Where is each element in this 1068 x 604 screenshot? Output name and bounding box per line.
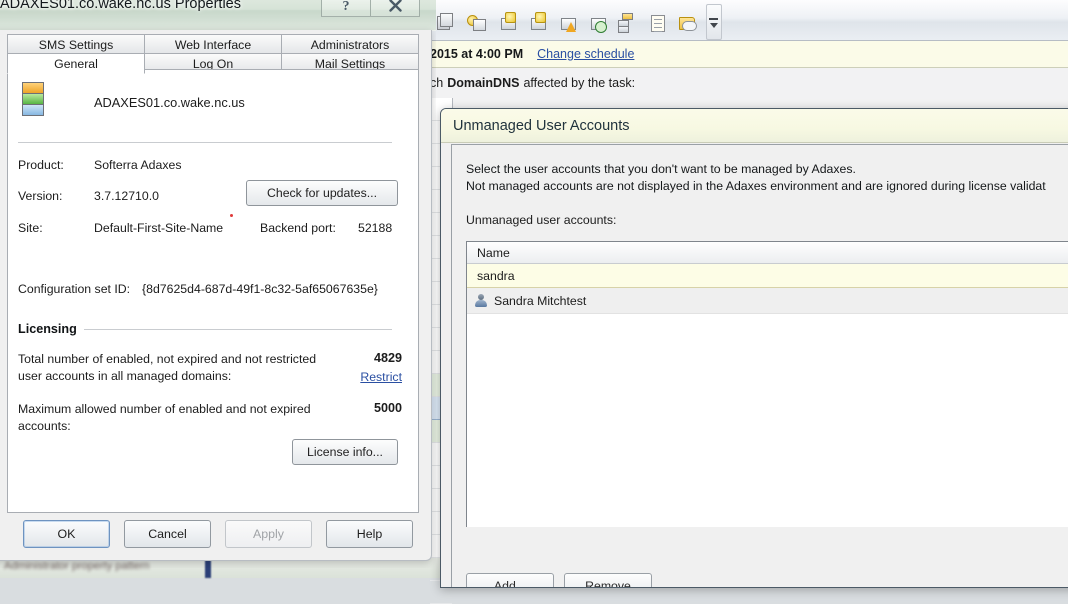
properties-tabs: SMS Settings Web Interface Administrator…	[7, 34, 419, 74]
help-button[interactable]: ?	[321, 0, 371, 17]
cloud-icon	[677, 13, 697, 31]
toolbar-button-report[interactable]	[642, 8, 670, 36]
account-name-input[interactable]: sandra	[467, 264, 1068, 288]
unmanaged-description-line2: Not managed accounts are not displayed i…	[466, 179, 1046, 193]
tab-web-interface[interactable]: Web Interface	[145, 34, 282, 55]
toolbar-button-approval-request[interactable]	[612, 8, 640, 36]
properties-dialog-frame: SMS Settings Web Interface Administrator…	[0, 30, 432, 561]
apply-button: Apply	[225, 520, 312, 548]
unmanaged-list-body: Sandra Mitchtest	[467, 288, 1068, 527]
schedule-text: 2015 at 4:00 PM	[430, 47, 524, 61]
site-label: Site:	[18, 221, 43, 235]
list-item[interactable]: Sandra Mitchtest	[467, 288, 1068, 314]
card-clock-icon	[587, 13, 607, 33]
unmanaged-description: Select the user accounts that you don't …	[452, 145, 1068, 195]
tab-general[interactable]: General	[7, 53, 145, 74]
total-accounts-value: 4829	[373, 351, 402, 365]
licensing-section-rule	[84, 329, 392, 330]
background-schedule-bar: 2015 at 4:00 PM Change schedule	[430, 41, 1068, 68]
licensing-section-title: Licensing	[18, 322, 77, 336]
affected-suffix: affected by the task:	[523, 76, 636, 90]
list-item-label: Sandra Mitchtest	[494, 293, 587, 308]
backend-port-label: Backend port:	[260, 221, 336, 235]
ok-button[interactable]: OK	[23, 520, 110, 548]
question-mark-icon: ?	[343, 0, 350, 13]
unmanaged-description-line1: Select the user accounts that you don't …	[466, 162, 856, 176]
toolbar-button-password-policy[interactable]	[462, 8, 490, 36]
version-label: Version:	[18, 189, 63, 203]
toolbar-overflow-button[interactable]	[706, 4, 722, 40]
user-icon	[474, 293, 488, 308]
total-accounts-label: Total number of enabled, not expired and…	[18, 352, 317, 383]
server-name: ADAXES01.co.wake.nc.us	[94, 95, 245, 110]
unmanaged-dialog-title: Unmanaged User Accounts	[441, 109, 1068, 143]
backend-port-value: 52188	[358, 221, 393, 235]
properties-footer-buttons: OK Cancel Apply Help	[23, 520, 413, 548]
close-button[interactable]	[371, 0, 420, 17]
check-for-updates-button[interactable]: Check for updates...	[246, 180, 398, 206]
toolbar-button-scheduled-task[interactable]	[582, 8, 610, 36]
document-icon	[647, 13, 665, 32]
cubes-icon	[437, 13, 455, 31]
add-button[interactable]: Add...	[466, 573, 554, 587]
config-set-id-label: Configuration set ID:	[18, 282, 131, 296]
svg-text:?: ?	[343, 0, 350, 13]
tab-administrators[interactable]: Administrators	[282, 34, 419, 55]
max-accounts-label: Maximum allowed number of enabled and no…	[18, 402, 311, 433]
unmanaged-user-accounts-dialog: Unmanaged User Accounts Select the user …	[440, 108, 1068, 588]
card-wand-icon	[527, 12, 546, 31]
product-label: Product:	[18, 158, 64, 172]
unmanaged-list-label: Unmanaged user accounts:	[466, 213, 617, 227]
remove-button[interactable]: Remove	[564, 573, 652, 587]
tab-row-upper: SMS Settings Web Interface Administrator…	[7, 34, 419, 55]
toolbar-button-cloud-service[interactable]	[672, 8, 700, 36]
cancel-button[interactable]: Cancel	[124, 520, 211, 548]
unmanaged-dialog-buttons: Add... Remove	[466, 573, 652, 587]
config-set-id-value: {8d7625d4-687d-49f1-8c32-5af65067635e}	[142, 282, 378, 296]
divider	[18, 142, 392, 143]
restrict-link[interactable]: Restrict	[360, 370, 402, 384]
general-tab-page: ADAXES01.co.wake.nc.us Product: Softerra…	[7, 69, 419, 513]
background-toolbar	[430, 0, 1068, 41]
product-value: Softerra Adaxes	[94, 158, 182, 172]
unmanaged-accounts-list[interactable]: Name sandra Sandra Mitchtest	[466, 241, 1068, 527]
toolbar-button-custom-command[interactable]	[522, 8, 550, 36]
close-icon	[388, 0, 402, 12]
unmanaged-dialog-body: Select the user accounts that you don't …	[451, 144, 1068, 587]
key-card-icon	[467, 13, 486, 31]
hierarchy-icon	[617, 13, 635, 33]
toolbar-button-manage-objects[interactable]	[432, 8, 460, 36]
toolbar-button-property-pattern[interactable]	[492, 8, 520, 36]
tab-sms-settings[interactable]: SMS Settings	[7, 34, 145, 55]
server-stack-icon	[22, 82, 48, 124]
card-bolt-icon	[557, 13, 576, 32]
background-affected-text: ch DomainDNS affected by the task:	[430, 68, 1068, 98]
max-accounts-value: 5000	[373, 401, 402, 415]
site-marker-dot	[230, 214, 233, 217]
card-gear-icon	[497, 12, 516, 31]
toolbar-button-business-rule[interactable]	[552, 8, 580, 36]
column-header-name[interactable]: Name	[467, 242, 1068, 264]
site-value: Default-First-Site-Name	[94, 221, 224, 235]
affected-object-type: DomainDNS	[447, 76, 520, 90]
properties-title-bar[interactable]: ADAXES01.co.wake.nc.us Properties ?	[0, 0, 436, 31]
properties-dialog-title: ADAXES01.co.wake.nc.us Properties	[0, 0, 241, 12]
help-footer-button[interactable]: Help	[326, 520, 413, 548]
server-properties-dialog: ADAXES01.co.wake.nc.us Properties ? SMS …	[0, 0, 436, 568]
window-buttons: ?	[321, 0, 420, 17]
change-schedule-link[interactable]: Change schedule	[537, 47, 634, 61]
version-value: 3.7.12710.0	[94, 189, 159, 203]
license-info-button[interactable]: License info...	[292, 439, 398, 465]
